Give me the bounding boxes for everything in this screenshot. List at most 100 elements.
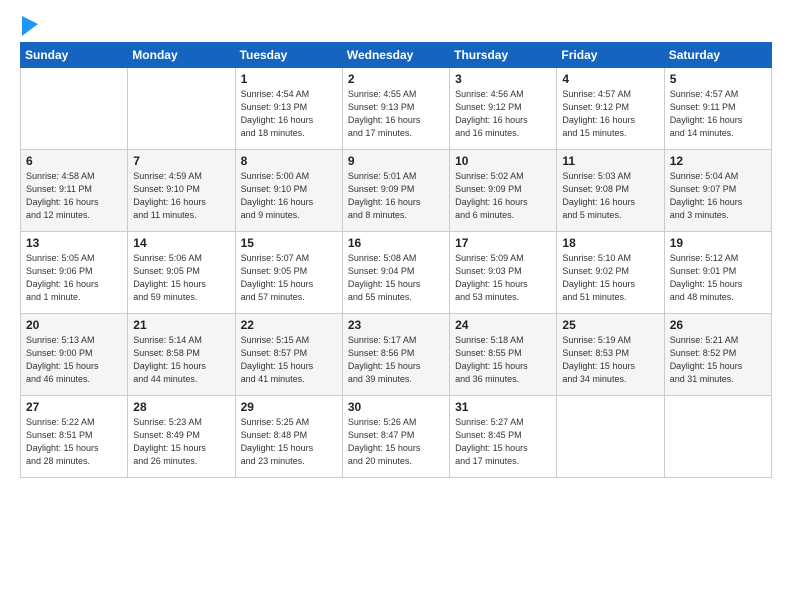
calendar-cell: 7 Sunrise: 4:59 AM Sunset: 9:10 PM Daylig… (128, 150, 235, 232)
calendar-cell: 26 Sunrise: 5:21 AM Sunset: 8:52 PM Dayli… (664, 314, 771, 396)
day-number: 18 (562, 236, 658, 250)
weekday-header-sunday: Sunday (21, 43, 128, 68)
day-number: 30 (348, 400, 444, 414)
calendar-cell: 20 Sunrise: 5:13 AM Sunset: 9:00 PM Dayli… (21, 314, 128, 396)
calendar-table: SundayMondayTuesdayWednesdayThursdayFrid… (20, 42, 772, 478)
day-info: Sunrise: 5:01 AM Sunset: 9:09 PM Dayligh… (348, 170, 444, 222)
logo (20, 16, 40, 32)
calendar-page: SundayMondayTuesdayWednesdayThursdayFrid… (0, 0, 792, 612)
day-info: Sunrise: 5:02 AM Sunset: 9:09 PM Dayligh… (455, 170, 551, 222)
day-number: 11 (562, 154, 658, 168)
day-info: Sunrise: 4:54 AM Sunset: 9:13 PM Dayligh… (241, 88, 337, 140)
weekday-header-monday: Monday (128, 43, 235, 68)
day-info: Sunrise: 5:18 AM Sunset: 8:55 PM Dayligh… (455, 334, 551, 386)
day-info: Sunrise: 5:00 AM Sunset: 9:10 PM Dayligh… (241, 170, 337, 222)
calendar-cell: 22 Sunrise: 5:15 AM Sunset: 8:57 PM Dayli… (235, 314, 342, 396)
day-info: Sunrise: 5:03 AM Sunset: 9:08 PM Dayligh… (562, 170, 658, 222)
calendar-cell: 24Sunrise: 5:18 AM Sunset: 8:55 PM Dayli… (450, 314, 557, 396)
calendar-cell: 11 Sunrise: 5:03 AM Sunset: 9:08 PM Dayli… (557, 150, 664, 232)
calendar-cell: 16 Sunrise: 5:08 AM Sunset: 9:04 PM Dayli… (342, 232, 449, 314)
day-info: Sunrise: 4:55 AM Sunset: 9:13 PM Dayligh… (348, 88, 444, 140)
calendar-cell: 27 Sunrise: 5:22 AM Sunset: 8:51 PM Dayli… (21, 396, 128, 478)
calendar-header: SundayMondayTuesdayWednesdayThursdayFrid… (21, 43, 772, 68)
day-number: 28 (133, 400, 229, 414)
calendar-cell: 14 Sunrise: 5:06 AM Sunset: 9:05 PM Dayli… (128, 232, 235, 314)
day-info: Sunrise: 4:57 AM Sunset: 9:12 PM Dayligh… (562, 88, 658, 140)
calendar-cell: 13 Sunrise: 5:05 AM Sunset: 9:06 PM Dayli… (21, 232, 128, 314)
day-info: Sunrise: 4:59 AM Sunset: 9:10 PM Dayligh… (133, 170, 229, 222)
day-info: Sunrise: 5:13 AM Sunset: 9:00 PM Dayligh… (26, 334, 122, 386)
day-info: Sunrise: 4:56 AM Sunset: 9:12 PM Dayligh… (455, 88, 551, 140)
calendar-cell: 6Sunrise: 4:58 AM Sunset: 9:11 PM Daylig… (21, 150, 128, 232)
logo-text (20, 16, 40, 36)
calendar-week-0: 1Sunrise: 4:54 AM Sunset: 9:13 PM Daylig… (21, 68, 772, 150)
day-number: 9 (348, 154, 444, 168)
calendar-cell: 5 Sunrise: 4:57 AM Sunset: 9:11 PM Daylig… (664, 68, 771, 150)
day-number: 13 (26, 236, 122, 250)
calendar-cell: 30 Sunrise: 5:26 AM Sunset: 8:47 PM Dayli… (342, 396, 449, 478)
calendar-cell: 2 Sunrise: 4:55 AM Sunset: 9:13 PM Daylig… (342, 68, 449, 150)
day-info: Sunrise: 5:26 AM Sunset: 8:47 PM Dayligh… (348, 416, 444, 468)
day-number: 7 (133, 154, 229, 168)
day-info: Sunrise: 5:25 AM Sunset: 8:48 PM Dayligh… (241, 416, 337, 468)
day-number: 20 (26, 318, 122, 332)
weekday-header-friday: Friday (557, 43, 664, 68)
weekday-row: SundayMondayTuesdayWednesdayThursdayFrid… (21, 43, 772, 68)
day-number: 19 (670, 236, 766, 250)
calendar-cell: 12 Sunrise: 5:04 AM Sunset: 9:07 PM Dayli… (664, 150, 771, 232)
weekday-header-tuesday: Tuesday (235, 43, 342, 68)
calendar-cell: 28 Sunrise: 5:23 AM Sunset: 8:49 PM Dayli… (128, 396, 235, 478)
calendar-week-4: 27 Sunrise: 5:22 AM Sunset: 8:51 PM Dayli… (21, 396, 772, 478)
day-number: 21 (133, 318, 229, 332)
day-info: Sunrise: 4:57 AM Sunset: 9:11 PM Dayligh… (670, 88, 766, 140)
calendar-week-3: 20 Sunrise: 5:13 AM Sunset: 9:00 PM Dayli… (21, 314, 772, 396)
calendar-cell: 23Sunrise: 5:17 AM Sunset: 8:56 PM Dayli… (342, 314, 449, 396)
weekday-header-saturday: Saturday (664, 43, 771, 68)
day-info: Sunrise: 5:19 AM Sunset: 8:53 PM Dayligh… (562, 334, 658, 386)
calendar-cell (128, 68, 235, 150)
day-number: 27 (26, 400, 122, 414)
calendar-cell: 25Sunrise: 5:19 AM Sunset: 8:53 PM Dayli… (557, 314, 664, 396)
day-info: Sunrise: 5:07 AM Sunset: 9:05 PM Dayligh… (241, 252, 337, 304)
day-info: Sunrise: 5:14 AM Sunset: 8:58 PM Dayligh… (133, 334, 229, 386)
calendar-cell: 3 Sunrise: 4:56 AM Sunset: 9:12 PM Daylig… (450, 68, 557, 150)
day-info: Sunrise: 5:27 AM Sunset: 8:45 PM Dayligh… (455, 416, 551, 468)
day-info: Sunrise: 5:04 AM Sunset: 9:07 PM Dayligh… (670, 170, 766, 222)
calendar-cell: 10 Sunrise: 5:02 AM Sunset: 9:09 PM Dayli… (450, 150, 557, 232)
day-number: 31 (455, 400, 551, 414)
day-number: 22 (241, 318, 337, 332)
day-number: 10 (455, 154, 551, 168)
day-number: 3 (455, 72, 551, 86)
calendar-cell (557, 396, 664, 478)
day-number: 5 (670, 72, 766, 86)
day-number: 16 (348, 236, 444, 250)
day-info: Sunrise: 5:06 AM Sunset: 9:05 PM Dayligh… (133, 252, 229, 304)
day-info: Sunrise: 5:05 AM Sunset: 9:06 PM Dayligh… (26, 252, 122, 304)
calendar-cell: 21 Sunrise: 5:14 AM Sunset: 8:58 PM Dayli… (128, 314, 235, 396)
day-info: Sunrise: 5:09 AM Sunset: 9:03 PM Dayligh… (455, 252, 551, 304)
weekday-header-wednesday: Wednesday (342, 43, 449, 68)
day-info: Sunrise: 5:22 AM Sunset: 8:51 PM Dayligh… (26, 416, 122, 468)
calendar-cell: 1Sunrise: 4:54 AM Sunset: 9:13 PM Daylig… (235, 68, 342, 150)
day-number: 6 (26, 154, 122, 168)
day-number: 12 (670, 154, 766, 168)
calendar-week-1: 6Sunrise: 4:58 AM Sunset: 9:11 PM Daylig… (21, 150, 772, 232)
day-info: Sunrise: 5:12 AM Sunset: 9:01 PM Dayligh… (670, 252, 766, 304)
day-number: 4 (562, 72, 658, 86)
day-number: 2 (348, 72, 444, 86)
calendar-cell: 19 Sunrise: 5:12 AM Sunset: 9:01 PM Dayli… (664, 232, 771, 314)
day-number: 26 (670, 318, 766, 332)
day-info: Sunrise: 5:15 AM Sunset: 8:57 PM Dayligh… (241, 334, 337, 386)
calendar-cell: 29 Sunrise: 5:25 AM Sunset: 8:48 PM Dayli… (235, 396, 342, 478)
day-number: 29 (241, 400, 337, 414)
day-info: Sunrise: 5:21 AM Sunset: 8:52 PM Dayligh… (670, 334, 766, 386)
day-info: Sunrise: 5:17 AM Sunset: 8:56 PM Dayligh… (348, 334, 444, 386)
calendar-body: 1Sunrise: 4:54 AM Sunset: 9:13 PM Daylig… (21, 68, 772, 478)
day-number: 14 (133, 236, 229, 250)
calendar-cell: 17Sunrise: 5:09 AM Sunset: 9:03 PM Dayli… (450, 232, 557, 314)
calendar-cell: 4 Sunrise: 4:57 AM Sunset: 9:12 PM Daylig… (557, 68, 664, 150)
calendar-cell (21, 68, 128, 150)
day-info: Sunrise: 5:08 AM Sunset: 9:04 PM Dayligh… (348, 252, 444, 304)
weekday-header-thursday: Thursday (450, 43, 557, 68)
day-info: Sunrise: 5:23 AM Sunset: 8:49 PM Dayligh… (133, 416, 229, 468)
